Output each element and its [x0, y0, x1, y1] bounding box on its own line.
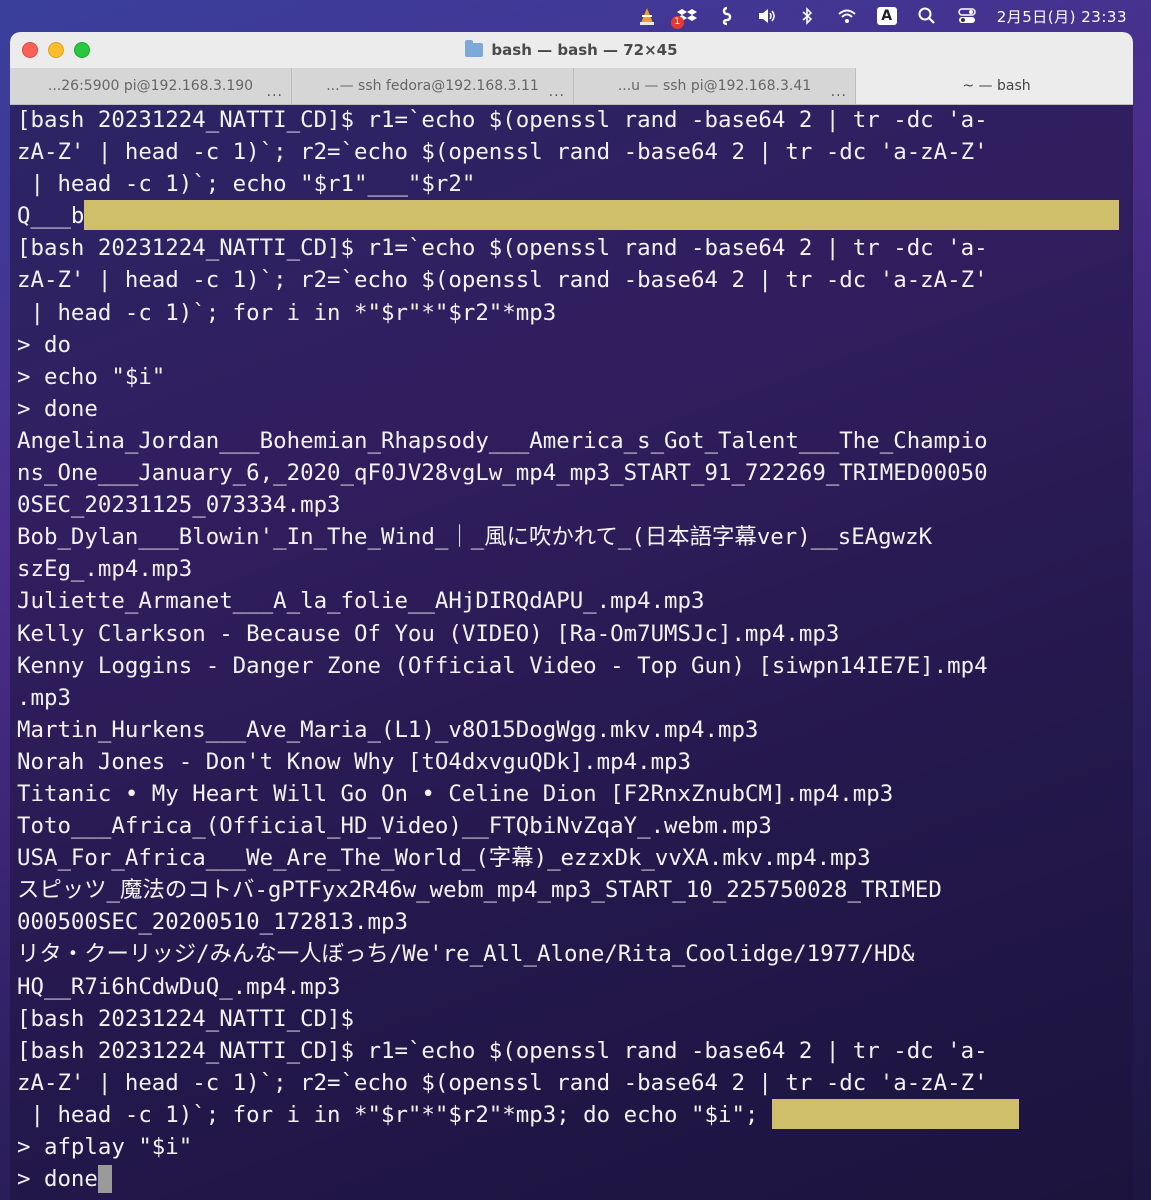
title-bar[interactable]: bash — bash — 72×45 — [10, 32, 1133, 68]
bluetooth-icon[interactable] — [795, 5, 819, 27]
window-title-text: bash — bash — 72×45 — [491, 41, 678, 59]
terminal-line: > done — [17, 1163, 1133, 1195]
tab-more: ... — [266, 84, 283, 100]
terminal-line: zA-Z' | head -c 1)`; r2=`echo $(openssl … — [17, 139, 988, 166]
terminal-line: > afplay "$i" — [17, 1134, 193, 1160]
terminal-line: リタ・クーリッジ/みんな一人ぼっち/We're_All_Alone/Rita_C… — [17, 941, 915, 968]
terminal-line: Norah Jones - Don't Know Why [tO4dxvguQD… — [17, 748, 692, 775]
tab-ssh-pi[interactable]: ...u — ssh pi@192.168.3.41 ... — [574, 68, 856, 104]
tab-ssh-fedora[interactable]: ...— ssh fedora@192.168.3.11 ... — [292, 68, 574, 104]
terminal-line: Kelly Clarkson - Because Of You (VIDEO) … — [17, 620, 840, 647]
terminal-line: 0SEC_20231125_073334.mp3 — [17, 492, 341, 519]
terminal-line: | head -c 1)`; for i in *"$r"*"$r2"*mp3 — [17, 299, 557, 326]
selection-highlight — [771, 1098, 1019, 1129]
volume-icon[interactable] — [755, 5, 779, 27]
terminal-line: Juliette_Armanet___A_la_folie__AHjDIRQdA… — [17, 588, 705, 615]
terminal-line: 000500SEC_20200510_172813.mp3 — [17, 909, 408, 936]
terminal-line: USA_For_Africa___We_Are_The_World_(字幕)_e… — [17, 845, 871, 872]
terminal-line: HQ__R7i6hCdwDuQ_.mp4.mp3 — [17, 973, 341, 1000]
terminal-line: Titanic • My Heart Will Go On • Celine D… — [17, 780, 894, 807]
terminal-line: > do — [17, 331, 71, 358]
terminal-line: > echo "$i" — [17, 363, 166, 390]
input-method-icon[interactable]: A — [875, 5, 899, 27]
wifi-icon[interactable] — [835, 5, 859, 27]
terminal-line: Toto___Africa_(Official_HD_Video)__FTQbi… — [17, 813, 772, 840]
tab-bar: ...26:5900 pi@192.168.3.190 ... ...— ssh… — [10, 68, 1133, 105]
tab-vnc[interactable]: ...26:5900 pi@192.168.3.190 ... — [10, 68, 292, 104]
terminal-line: .mp3 — [17, 684, 71, 711]
terminal-line: | head -c 1)`; echo "$r1"___"$r2" — [17, 171, 476, 198]
menu-bar: 1 A 2月5日(月) 23:33 — [0, 0, 1151, 32]
menubar-clock[interactable]: 2月5日(月) 23:33 — [997, 6, 1127, 27]
control-center-icon[interactable] — [955, 5, 979, 27]
selection-highlight — [84, 200, 1120, 231]
terminal-line: Martin_Hurkens___Ave_Maria_(L1)_v8O15Dog… — [17, 716, 759, 743]
tab-more: ... — [548, 84, 565, 100]
terminal-line: [bash 20231224_NATTI_CD]$ r1=`echo $(ope… — [17, 107, 988, 133]
terminal-line: [bash 20231224_NATTI_CD]$ — [17, 1005, 355, 1032]
script-icon[interactable] — [715, 5, 739, 27]
terminal-output[interactable]: [bash 20231224_NATTI_CD]$ r1=`echo $(ope… — [10, 104, 1133, 1200]
close-button[interactable] — [22, 42, 38, 58]
terminal-line: zA-Z' | head -c 1)`; r2=`echo $(openssl … — [17, 1069, 988, 1096]
window-title: bash — bash — 72×45 — [465, 40, 678, 59]
vlc-icon[interactable] — [635, 5, 659, 27]
terminal-line: Kenny Loggins - Danger Zone (Official Vi… — [17, 652, 988, 679]
tab-label: ...— ssh fedora@192.168.3.11 — [326, 78, 539, 94]
terminal-line: ns_One___January_6,_2020_qF0JV28vgLw_mp4… — [17, 460, 988, 487]
maximize-button[interactable] — [74, 42, 90, 58]
dropbox-badge: 1 — [670, 16, 684, 29]
folder-icon — [465, 40, 484, 57]
terminal-line: > done — [17, 395, 98, 422]
input-method-letter: A — [876, 7, 897, 25]
minimize-button[interactable] — [48, 42, 64, 58]
window-controls — [22, 42, 90, 58]
search-icon[interactable] — [915, 5, 939, 27]
tab-label: ~ — bash — [962, 78, 1031, 94]
terminal-line: Q___b — [17, 200, 1133, 232]
terminal-line: Bob_Dylan___Blowin'_In_The_Wind_｜_風に吹かれて… — [17, 524, 933, 551]
terminal-line: | head -c 1)`; for i in *"$r"*"$r2"*mp3;… — [17, 1098, 1133, 1131]
terminal-window: bash — bash — 72×45 ...26:5900 pi@192.16… — [10, 32, 1133, 1200]
terminal-line: [bash 20231224_NATTI_CD]$ r1=`echo $(ope… — [17, 1037, 988, 1064]
dropbox-icon[interactable]: 1 — [670, 5, 699, 29]
tab-bash[interactable]: ~ — bash — [856, 68, 1133, 104]
terminal-line: Angelina_Jordan___Bohemian_Rhapsody___Am… — [17, 427, 988, 454]
terminal-line: zA-Z' | head -c 1)`; r2=`echo $(openssl … — [17, 267, 988, 294]
terminal-line: szEg_.mp4.mp3 — [17, 556, 193, 583]
tab-more: ... — [830, 84, 847, 100]
terminal-line: スピッツ_魔法のコトバ-gPTFyx2R46w_webm_mp4_mp3_STA… — [17, 877, 942, 904]
text-cursor — [97, 1165, 112, 1194]
terminal-line: [bash 20231224_NATTI_CD]$ r1=`echo $(ope… — [17, 235, 988, 262]
tab-label: ...26:5900 pi@192.168.3.190 — [47, 78, 254, 94]
tab-label: ...u — ssh pi@192.168.3.41 — [617, 78, 812, 94]
